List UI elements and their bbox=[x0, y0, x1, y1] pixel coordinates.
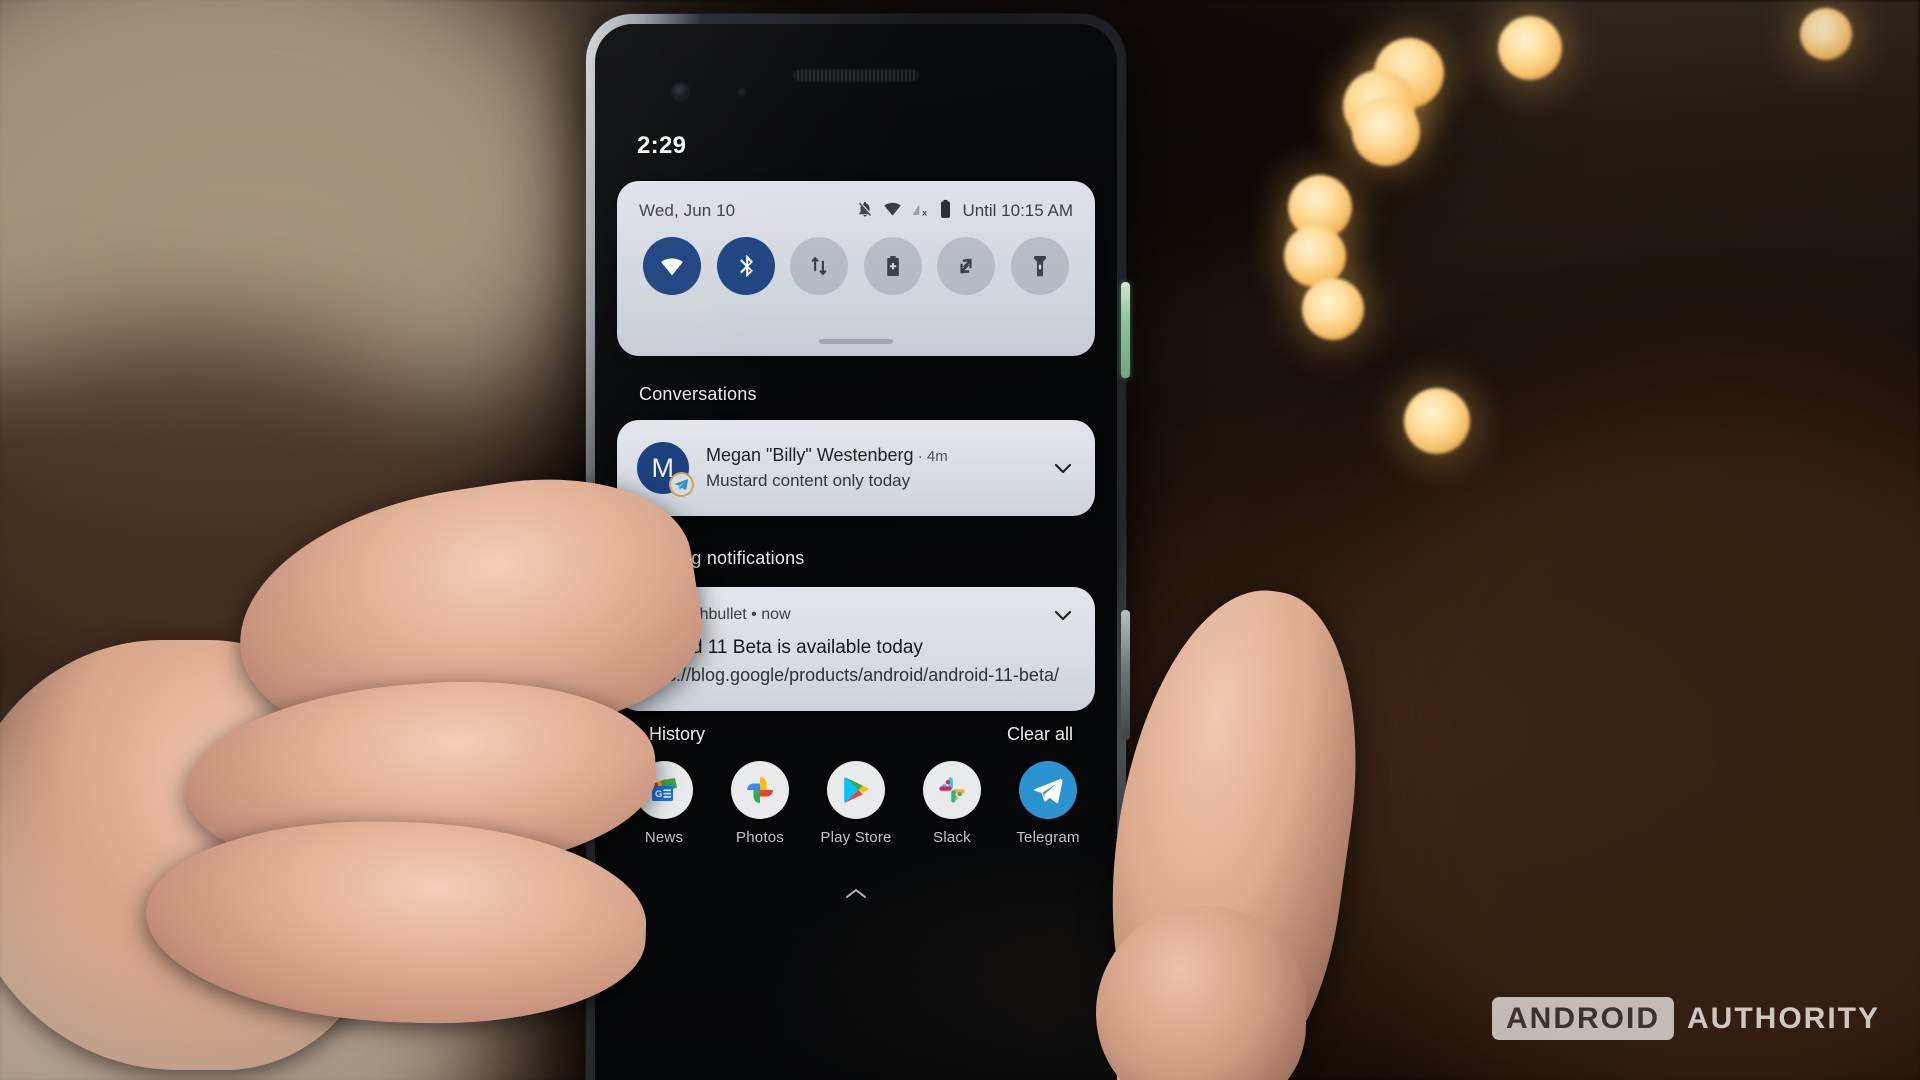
phone-device: 2:29 Wed, Jun 10 x Until 10:15 AM Conver… bbox=[586, 14, 1130, 1080]
chevron-down-icon[interactable] bbox=[1049, 454, 1077, 482]
dock-label: Slack bbox=[933, 829, 971, 846]
conversation-message: Mustard content only today bbox=[706, 470, 911, 490]
history-button[interactable]: History bbox=[649, 724, 705, 745]
telegram-icon bbox=[1019, 761, 1077, 819]
notification-shade: 2:29 Wed, Jun 10 x Until 10:15 AM Conver… bbox=[595, 24, 1117, 1080]
telegram-badge-icon bbox=[669, 472, 694, 497]
conversation-notification[interactable]: M Megan "Billy" Westenberg · 4m Mustard … bbox=[617, 420, 1095, 516]
quick-settings-date: Wed, Jun 10 bbox=[639, 201, 736, 220]
notifications-silenced-icon bbox=[856, 200, 874, 223]
dock-app-photos[interactable]: Photos bbox=[724, 761, 796, 846]
quick-settings-header: Wed, Jun 10 x Until 10:15 AM bbox=[617, 197, 1095, 225]
wifi-tile[interactable] bbox=[643, 237, 701, 295]
power-button[interactable] bbox=[1121, 282, 1130, 378]
alerting-header: Pushbullet • now bbox=[617, 587, 1095, 629]
app-dock: G News Photos Play Store Slack Telegram bbox=[595, 761, 1117, 846]
watermark-brand-text: AUTHORITY bbox=[1687, 1001, 1880, 1035]
dock-label: Photos bbox=[736, 829, 784, 846]
alerting-app-line: Pushbullet • now bbox=[672, 606, 791, 623]
bokeh-light bbox=[1352, 98, 1420, 166]
screen-bottom-shadow bbox=[595, 924, 1117, 1080]
alerting-body: Android 11 Beta is available today https… bbox=[617, 629, 1095, 688]
collapse-shade-chevron-up-icon[interactable] bbox=[841, 886, 871, 902]
dock-app-telegram[interactable]: Telegram bbox=[1012, 761, 1084, 846]
bokeh-light bbox=[1498, 16, 1562, 80]
avatar: M bbox=[637, 442, 694, 497]
slack-icon bbox=[923, 761, 981, 819]
dock-app-play-store[interactable]: Play Store bbox=[820, 761, 892, 846]
photos-icon bbox=[731, 761, 789, 819]
battery-saver-tile[interactable] bbox=[863, 237, 922, 295]
alerting-section-label: Alerting notifications bbox=[639, 548, 805, 568]
wifi-icon bbox=[883, 199, 902, 223]
dock-app-slack[interactable]: Slack bbox=[916, 761, 988, 846]
watermark: ANDROID AUTHORITY bbox=[1492, 997, 1880, 1040]
conversation-row: M Megan "Billy" Westenberg · 4m Mustard … bbox=[617, 420, 1095, 516]
news-icon: G bbox=[635, 761, 693, 819]
svg-text:G: G bbox=[655, 789, 662, 800]
alerting-title: Android 11 Beta is available today bbox=[637, 637, 923, 658]
chevron-down-icon[interactable] bbox=[1049, 601, 1077, 629]
bluetooth-tile[interactable] bbox=[716, 237, 775, 295]
quick-settings-tiles bbox=[617, 237, 1095, 295]
phone-display: 2:29 Wed, Jun 10 x Until 10:15 AM Conver… bbox=[595, 24, 1117, 1080]
dock-label: Telegram bbox=[1016, 829, 1080, 846]
conversation-sender: Megan "Billy" Westenberg bbox=[706, 445, 914, 466]
alerting-url[interactable]: https://blog.google/products/android/and… bbox=[637, 663, 1075, 688]
mobile-data-tile[interactable] bbox=[790, 237, 849, 295]
bokeh-light bbox=[1302, 278, 1364, 340]
bokeh-light bbox=[1800, 8, 1852, 60]
status-bar-clock: 2:29 bbox=[637, 132, 687, 159]
clear-all-button[interactable]: Clear all bbox=[1007, 724, 1073, 745]
play-store-icon bbox=[827, 761, 885, 819]
conversation-text: Megan "Billy" Westenberg · 4m Mustard co… bbox=[706, 443, 948, 492]
no-sim-signal-icon: x bbox=[911, 199, 930, 223]
conversations-section-label: Conversations bbox=[639, 384, 757, 404]
quick-settings-drag-handle[interactable] bbox=[819, 339, 893, 344]
conversation-title-line: Megan "Billy" Westenberg · 4m bbox=[706, 443, 948, 467]
dock-app-news[interactable]: G News bbox=[628, 761, 700, 846]
shade-actions: History Clear all bbox=[595, 724, 1117, 758]
battery-icon bbox=[939, 199, 952, 224]
dock-label: News bbox=[644, 829, 684, 846]
flashlight-tile[interactable] bbox=[1010, 237, 1069, 295]
status-icon-group: x Until 10:15 AM bbox=[856, 199, 1073, 224]
bokeh-light bbox=[1404, 388, 1470, 454]
pushbullet-icon bbox=[637, 604, 659, 626]
alerting-notification[interactable]: Pushbullet • now Android 11 Beta is avai… bbox=[617, 587, 1095, 711]
dock-label: Play Store bbox=[820, 829, 892, 846]
status-bar: 2:29 bbox=[595, 24, 1117, 159]
svg-text:x: x bbox=[923, 208, 928, 218]
conversation-separator: · bbox=[913, 448, 927, 466]
auto-rotate-tile[interactable] bbox=[937, 237, 996, 295]
quick-settings-panel[interactable]: Wed, Jun 10 x Until 10:15 AM bbox=[617, 181, 1095, 356]
volume-button[interactable] bbox=[1121, 610, 1130, 740]
battery-estimate-label: Until 10:15 AM bbox=[962, 201, 1073, 220]
conversation-time: 4m bbox=[926, 448, 948, 466]
watermark-brand-box: ANDROID bbox=[1492, 997, 1674, 1040]
